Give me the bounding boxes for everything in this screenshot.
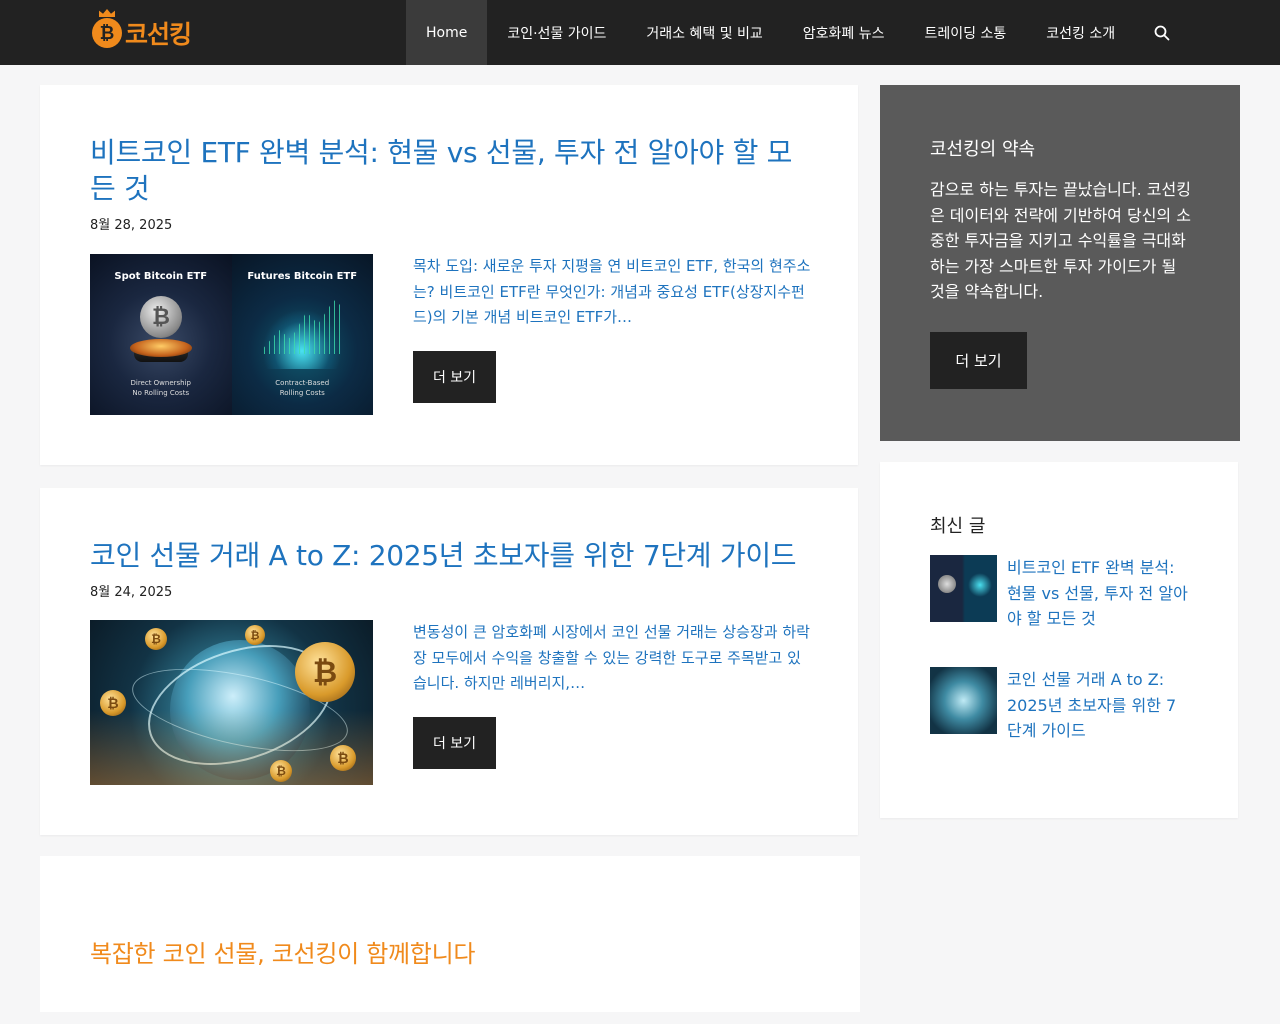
cta-heading: 복잡한 코인 선물, 코선킹이 함께합니다 (90, 940, 476, 968)
recent-posts-widget: 최신 글 비트코인 ETF 완벽 분석: 현물 vs 선물, 투자 전 알아야 … (880, 462, 1238, 818)
search-button[interactable] (1135, 0, 1189, 65)
logo-symbol: ₿ (99, 22, 115, 44)
post-thumbnail[interactable]: Spot Bitcoin ETF ₿ Direct Ownership No Ro… (90, 254, 373, 415)
crown-icon (99, 9, 115, 17)
thumb-caption: Direct Ownership No Rolling Costs (130, 379, 191, 397)
recent-post-item[interactable]: 코인 선물 거래 A to Z: 2025년 초보자를 위한 7단계 가이드 (930, 667, 1190, 744)
bitcoin-icon: ₿ (330, 745, 356, 771)
recent-post-link[interactable]: 비트코인 ETF 완벽 분석: 현물 vs 선물, 투자 전 알아야 할 모든 … (1007, 555, 1190, 632)
bitcoin-icon: ₿ (145, 628, 167, 650)
post-excerpt[interactable]: 변동성이 큰 암호화폐 시장에서 코인 선물 거래는 상승장과 하락장 모두에서… (413, 620, 813, 697)
recent-post-link[interactable]: 코인 선물 거래 A to Z: 2025년 초보자를 위한 7단계 가이드 (1007, 667, 1190, 744)
nav-item-trading-community[interactable]: 트레이딩 소통 (905, 0, 1027, 65)
post-title[interactable]: 비트코인 ETF 완벽 분석: 현물 vs 선물, 투자 전 알아야 할 모든 … (90, 135, 805, 207)
bitcoin-icon: ₿ (270, 760, 292, 782)
post-date: 8월 28, 2025 (90, 218, 173, 233)
bitcoin-icon: ₿ (245, 625, 265, 645)
recent-post-thumbnail[interactable] (930, 667, 997, 734)
post-card: 비트코인 ETF 완벽 분석: 현물 vs 선물, 투자 전 알아야 할 모든 … (40, 85, 858, 465)
post-title[interactable]: 코인 선물 거래 A to Z: 2025년 초보자를 위한 7단계 가이드 (90, 538, 805, 574)
nav-item-coin-futures-guide[interactable]: 코인·선물 가이드 (487, 0, 626, 65)
post-date: 8월 24, 2025 (90, 585, 173, 600)
widget-text: 감으로 하는 투자는 끝났습니다. 코선킹은 데이터와 전략에 기반하여 당신의… (930, 180, 1191, 301)
widget-title: 최신 글 (930, 516, 986, 537)
promise-widget: 코선킹의 약속 감으로 하는 투자는 끝났습니다. 코선킹은 데이터와 전략에 … (880, 85, 1240, 441)
post-card: 코인 선물 거래 A to Z: 2025년 초보자를 위한 7단계 가이드 8… (40, 488, 858, 835)
read-more-button[interactable]: 더 보기 (413, 351, 496, 403)
recent-post-item[interactable]: 비트코인 ETF 완벽 분석: 현물 vs 선물, 투자 전 알아야 할 모든 … (930, 555, 1190, 632)
thumb-label: Futures Bitcoin ETF (247, 271, 358, 282)
search-icon (1154, 25, 1170, 40)
thumb-label: Spot Bitcoin ETF (114, 271, 208, 282)
widget-title: 코선킹의 약속 (930, 139, 1036, 160)
main-nav: Home 코인·선물 가이드 거래소 혜택 및 비교 암호화폐 뉴스 트레이딩 … (406, 0, 1189, 65)
bitcoin-icon: ₿ (100, 690, 126, 716)
nav-item-home[interactable]: Home (406, 0, 488, 65)
nav-item-about[interactable]: 코선킹 소개 (1026, 0, 1135, 65)
bitcoin-icon: ₿ (140, 296, 182, 338)
logo-text: 코선킹 (125, 20, 192, 49)
recent-post-thumbnail[interactable] (930, 555, 997, 622)
cta-section: 복잡한 코인 선물, 코선킹이 함께합니다 (40, 856, 860, 1012)
nav-item-exchange-benefits[interactable]: 거래소 혜택 및 비교 (626, 0, 782, 65)
post-thumbnail[interactable]: ₿ ₿ ₿ ₿ ₿ ₿ (90, 620, 373, 785)
nav-item-crypto-news[interactable]: 암호화폐 뉴스 (783, 0, 905, 65)
bitcoin-icon: ₿ (295, 642, 355, 702)
site-header: ₿ 코선킹 Home 코인·선물 가이드 거래소 혜택 및 비교 암호화폐 뉴스… (0, 0, 1280, 65)
thumb-caption: Contract-Based Rolling Costs (275, 379, 330, 397)
site-logo[interactable]: ₿ 코선킹 (92, 9, 192, 53)
read-more-button[interactable]: 더 보기 (413, 717, 496, 769)
bitcoin-crown-icon: ₿ (92, 9, 122, 48)
post-excerpt[interactable]: 목차 도입: 새로운 투자 지평을 연 비트코인 ETF, 한국의 현주소는? … (413, 254, 813, 331)
promise-more-button[interactable]: 더 보기 (930, 332, 1027, 389)
